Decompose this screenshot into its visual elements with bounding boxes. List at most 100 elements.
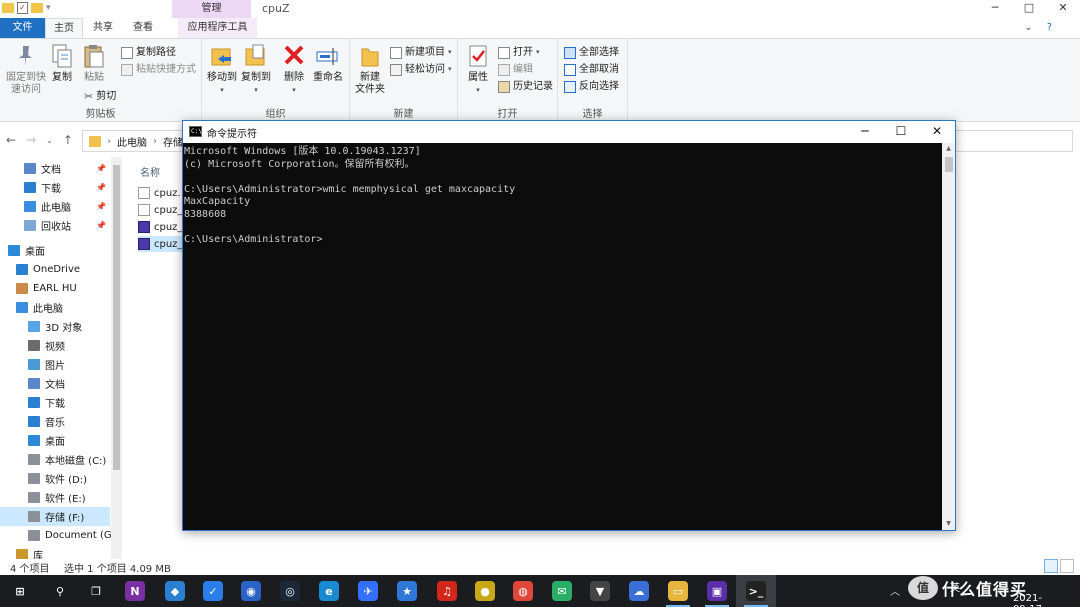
- taskbar-app-blue-button[interactable]: ◉: [231, 575, 271, 607]
- nav-item[interactable]: 图片: [0, 355, 110, 374]
- select-all-button[interactable]: 全部选择: [564, 44, 619, 61]
- scroll-up-icon[interactable]: ▲: [942, 143, 955, 155]
- cmd-close-button[interactable]: ✕: [919, 121, 955, 143]
- invert-selection-button[interactable]: 反向选择: [564, 78, 619, 95]
- new-folder-button[interactable]: 新建 文件夹: [352, 43, 388, 96]
- nav-item[interactable]: 回收站 📌: [0, 216, 110, 235]
- cmd-maximize-button[interactable]: ☐: [883, 121, 919, 143]
- forward-arrow-icon[interactable]: →: [26, 133, 36, 147]
- delete-button[interactable]: 删除 ▾: [276, 43, 312, 96]
- taskbar-todo-button[interactable]: ✓: [193, 575, 233, 607]
- paste-shortcut-button[interactable]: 粘贴快捷方式: [121, 61, 196, 78]
- new-item-button[interactable]: 新建项目 ▾: [390, 44, 452, 61]
- tab-share[interactable]: 共享: [83, 18, 123, 38]
- move-to-button[interactable]: 移动到 ▾: [204, 43, 240, 96]
- pin-icon[interactable]: 📌: [96, 221, 106, 230]
- nav-item[interactable]: Document (G:: [0, 526, 115, 545]
- taskbar-netease-music-button[interactable]: ♫: [427, 575, 467, 607]
- pin-icon[interactable]: 📌: [96, 183, 106, 192]
- properties-button[interactable]: 属性 ▾: [460, 43, 496, 96]
- nav-item[interactable]: 软件 (E:): [0, 488, 110, 507]
- chevron-down-icon[interactable]: ▾: [46, 3, 51, 13]
- column-header-name[interactable]: 名称: [140, 164, 160, 179]
- taskbar-wechat-button[interactable]: ✉: [542, 575, 582, 607]
- cut-button[interactable]: ✂ 剪切: [84, 88, 116, 105]
- details-view-icon[interactable]: [1044, 559, 1058, 573]
- copy-to-button[interactable]: 复制到 ▾: [238, 43, 274, 96]
- edit-button[interactable]: 编辑: [498, 61, 533, 78]
- taskbar-onenote-button[interactable]: N: [115, 575, 155, 607]
- large-icons-view-icon[interactable]: [1060, 559, 1074, 573]
- breadcrumb-this-pc[interactable]: 此电脑: [117, 134, 147, 149]
- help-icon[interactable]: ?: [1047, 22, 1052, 33]
- clock-date[interactable]: 2021-09-17: [1013, 593, 1042, 607]
- scroll-down-icon[interactable]: ▼: [942, 518, 955, 530]
- copy-path-button[interactable]: 复制路径: [121, 44, 176, 61]
- taskbar-start-button[interactable]: ⊞: [0, 575, 40, 607]
- nav-item[interactable]: 3D 对象: [0, 317, 110, 336]
- nav-scroll-thumb[interactable]: [113, 165, 120, 470]
- rename-button[interactable]: 重命名: [308, 43, 348, 84]
- close-button[interactable]: ✕: [1046, 0, 1080, 18]
- paste-button[interactable]: 粘贴: [76, 43, 112, 84]
- nav-item[interactable]: 存储 (F:): [0, 507, 110, 526]
- chevron-down-icon[interactable]: ⌄: [1024, 22, 1032, 33]
- cmd-scroll-thumb[interactable]: [945, 157, 953, 172]
- nav-item[interactable]: 下载: [0, 393, 110, 412]
- select-none-button[interactable]: 全部取消: [564, 61, 619, 78]
- properties-check-icon[interactable]: ✓: [17, 2, 28, 14]
- nav-item[interactable]: 视频: [0, 336, 110, 355]
- new-folder-icon[interactable]: [31, 3, 43, 13]
- taskbar-app-yellow-button[interactable]: ●: [465, 575, 505, 607]
- nav-item[interactable]: OneDrive: [0, 260, 110, 279]
- back-arrow-icon[interactable]: ←: [6, 133, 16, 147]
- taskbar-edge-dev-button[interactable]: ◆: [155, 575, 195, 607]
- nav-item[interactable]: 桌面: [0, 431, 110, 450]
- breadcrumb-storage[interactable]: 存储: [163, 134, 183, 149]
- taskbar-app-fox-button[interactable]: ▼: [580, 575, 620, 607]
- taskbar-cpuz-button[interactable]: ▣: [697, 575, 737, 607]
- tab-view[interactable]: 查看: [123, 18, 163, 38]
- copy-button[interactable]: 复制: [44, 43, 80, 84]
- tray-overflow-chevron-icon[interactable]: ︿: [890, 583, 900, 598]
- taskbar-search-button[interactable]: ⚲: [40, 575, 80, 607]
- taskbar-app-star-button[interactable]: ★: [387, 575, 427, 607]
- nav-item[interactable]: 下载 📌: [0, 178, 110, 197]
- cmd-scrollbar[interactable]: ▲ ▼: [942, 143, 955, 530]
- taskbar-chrome-button[interactable]: ◍: [503, 575, 543, 607]
- recent-chevron-icon[interactable]: ⌄: [46, 136, 53, 147]
- nav-item[interactable]: 本地磁盘 (C:): [0, 450, 110, 469]
- taskbar-task-view-button[interactable]: ❐: [76, 575, 116, 607]
- pin-icon[interactable]: 📌: [96, 164, 106, 173]
- tab-application-tools[interactable]: 应用程序工具: [178, 18, 257, 38]
- search-input[interactable]: [955, 130, 1073, 152]
- nav-scrollbar[interactable]: [111, 157, 122, 559]
- history-button[interactable]: 历史记录: [498, 78, 553, 95]
- open-button[interactable]: 打开 ▾: [498, 44, 540, 61]
- taskbar-steam-button[interactable]: ◎: [270, 575, 310, 607]
- nav-item[interactable]: 文档 📌: [0, 159, 110, 178]
- minimize-button[interactable]: ─: [978, 0, 1012, 18]
- easy-access-button[interactable]: 轻松访问 ▾: [390, 61, 452, 78]
- cmd-console-output[interactable]: Microsoft Windows [版本 10.0.19043.1237] (c…: [183, 143, 942, 530]
- taskbar-cmd-button[interactable]: >_: [736, 575, 776, 607]
- taskbar-file-explorer-button[interactable]: ▭: [658, 575, 698, 607]
- nav-item[interactable]: EARL HU: [0, 279, 110, 298]
- maximize-button[interactable]: □: [1012, 0, 1046, 18]
- cmd-titlebar[interactable]: C:\ 命令提示符 ─ ☐ ✕: [183, 121, 955, 143]
- tab-home[interactable]: 主页: [45, 18, 83, 38]
- up-arrow-icon[interactable]: ↑: [63, 133, 73, 147]
- cmd-minimize-button[interactable]: ─: [847, 121, 883, 143]
- taskbar-baidu-netdisk-button[interactable]: ☁: [619, 575, 659, 607]
- folder-icon[interactable]: [2, 3, 14, 13]
- nav-item[interactable]: 软件 (D:): [0, 469, 110, 488]
- tab-file[interactable]: 文件: [0, 18, 45, 38]
- nav-item[interactable]: 音乐: [0, 412, 110, 431]
- nav-item[interactable]: 此电脑 📌: [0, 197, 110, 216]
- taskbar-feishu-button[interactable]: ✈: [348, 575, 388, 607]
- taskbar-edge-button[interactable]: e: [309, 575, 349, 607]
- nav-item[interactable]: 此电脑: [0, 298, 110, 317]
- nav-item[interactable]: 桌面: [0, 241, 110, 260]
- pin-quick-access-button[interactable]: 固定到快 速访问: [4, 43, 48, 96]
- pin-icon[interactable]: 📌: [96, 202, 106, 211]
